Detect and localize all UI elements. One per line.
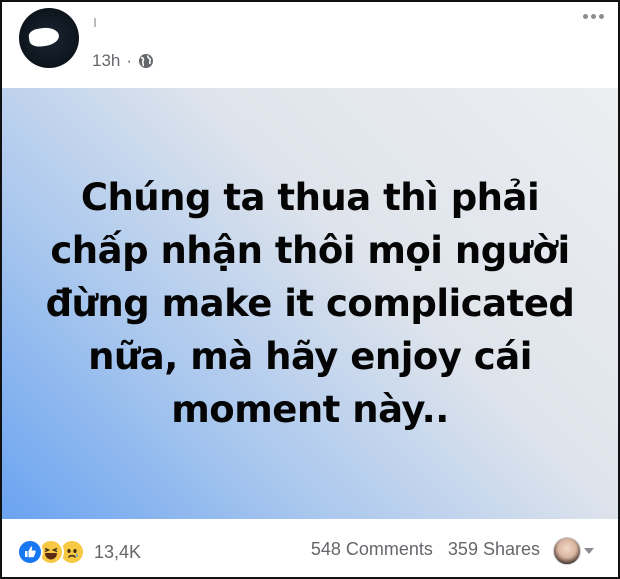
post-timestamp[interactable]: 13h — [92, 51, 120, 71]
globe-icon[interactable] — [138, 53, 154, 69]
reaction-count[interactable]: 13,4K — [94, 542, 141, 563]
engagement-counts: 548 Comments 359 Shares — [311, 539, 540, 560]
facebook-post: 13h · Chúng ta thua thì phải chấp nhận t… — [0, 0, 620, 579]
caret-down-icon — [584, 548, 594, 554]
author-name-redacted[interactable] — [94, 18, 96, 27]
post-meta: 13h · — [92, 50, 154, 72]
post-as-selector[interactable] — [553, 537, 594, 565]
author-avatar[interactable] — [19, 8, 79, 68]
comments-count-link[interactable]: 548 Comments — [311, 539, 433, 560]
separator-dot: · — [126, 51, 133, 70]
redaction-blot — [27, 25, 61, 49]
viewer-avatar — [553, 537, 581, 565]
post-header: 13h · — [2, 2, 618, 88]
post-text: Chúng ta thua thì phải chấp nhận thôi mọ… — [45, 176, 575, 431]
like-icon — [17, 539, 43, 565]
shares-count-link[interactable]: 359 Shares — [448, 539, 540, 560]
post-footer: 13,4K 548 Comments 359 Shares — [2, 519, 618, 577]
post-background-card: Chúng ta thua thì phải chấp nhận thôi mọ… — [2, 88, 618, 519]
more-options-icon[interactable] — [583, 14, 604, 19]
reactions-summary[interactable]: 13,4K — [17, 539, 141, 565]
